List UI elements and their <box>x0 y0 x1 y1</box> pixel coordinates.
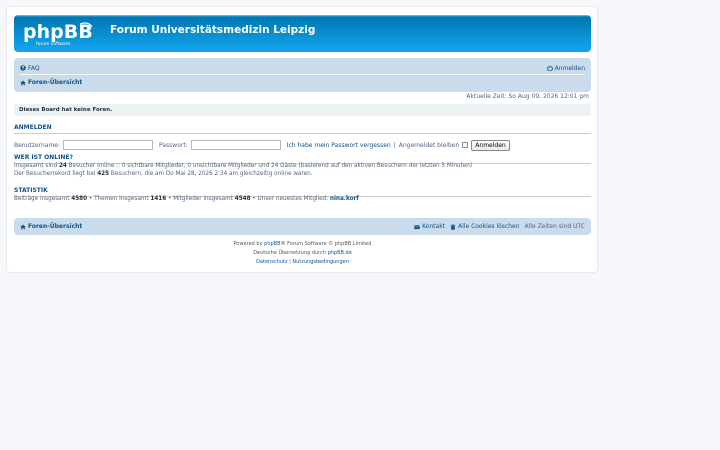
online-line-2: Der Besucherrekord liegt bei 425 Besuche… <box>14 171 313 177</box>
home-icon <box>20 80 26 85</box>
remember-label: Angemeldet bleiben <box>398 141 460 149</box>
contact-label: Kontakt <box>422 223 446 230</box>
delete-cookies-link[interactable]: Alle Cookies löschen <box>450 223 520 230</box>
legal-links: Datenschutz | Nutzungsbedingungen <box>256 259 349 265</box>
phpbb-link[interactable]: phpBB <box>264 241 280 247</box>
breadcrumb-label: Foren-Übersicht <box>28 79 83 86</box>
timezone-info: Alle Zeiten sind UTC <box>524 223 585 230</box>
navbar: ? FAQ Anmelden Foren-Übersicht <box>14 58 591 92</box>
footer-board-index-label: Foren-Übersicht <box>28 223 83 230</box>
privacy-link[interactable]: Datenschutz <box>256 259 287 265</box>
terms-link[interactable]: Nutzungsbedingungen <box>292 259 349 265</box>
logo-wordmark: phpBB <box>23 21 93 43</box>
page-wrapper: phpBB forum software Forum Universitätsm… <box>6 6 598 273</box>
footer-board-index[interactable]: Foren-Übersicht <box>20 223 82 230</box>
power-icon <box>546 65 553 71</box>
envelope-icon <box>414 224 420 229</box>
trash-icon <box>450 223 456 230</box>
statistics-line: Beiträge insgesamt 4580 • Themen insgesa… <box>14 196 359 202</box>
newest-member-link[interactable]: nina.korf <box>330 196 359 202</box>
username-label: Benutzername: <box>14 141 61 149</box>
current-time: Aktuelle Zeit: So Aug 09, 2026 12:01 pm <box>466 93 589 100</box>
phpbb-logo-icon: phpBB forum software <box>23 21 93 47</box>
separator: | <box>393 141 396 149</box>
faq-label: FAQ <box>28 64 40 72</box>
no-forums-notice: Dieses Board hat keine Foren. <box>14 104 591 116</box>
translation-credit: Deutsche Übersetzung durch phpBB.de <box>253 250 352 256</box>
password-input[interactable] <box>190 140 281 150</box>
login-heading: ANMELDEN <box>14 124 591 134</box>
home-icon <box>20 224 26 229</box>
contact-link[interactable]: Kontakt <box>414 223 445 230</box>
login-submit-button[interactable]: Anmelden <box>471 139 510 151</box>
login-form: Benutzername: Passwort: Ich habe mein Pa… <box>14 139 591 151</box>
faq-link[interactable]: ? FAQ <box>20 65 40 72</box>
forgot-password-link[interactable]: Ich habe mein Passwort vergessen <box>287 142 391 149</box>
login-link[interactable]: Anmelden <box>546 64 585 72</box>
password-label: Passwort: <box>159 141 188 149</box>
navbar-top-row: ? FAQ Anmelden <box>20 62 585 75</box>
site-title[interactable]: Forum Universitätsmedizin Leipzig <box>110 24 315 36</box>
online-line-1: Insgesamt sind 24 Besucher online :: 0 s… <box>14 163 473 169</box>
phpbb-de-link[interactable]: phpBB.de <box>328 250 352 256</box>
breadcrumb-board-index[interactable]: Foren-Übersicht <box>20 79 82 86</box>
header-bar: phpBB forum software Forum Universitätsm… <box>14 15 591 52</box>
question-circle-icon: ? <box>20 65 26 71</box>
powered-by: Powered by phpBB® Forum Software © phpBB… <box>233 241 372 247</box>
footer-navbar: Foren-Übersicht Kontakt Alle Cookies lös… <box>14 218 591 235</box>
username-input[interactable] <box>63 140 154 150</box>
delete-cookies-label: Alle Cookies löschen <box>458 223 520 230</box>
login-label: Anmelden <box>554 64 585 72</box>
phpbb-logo[interactable]: phpBB forum software <box>22 21 100 47</box>
remember-checkbox[interactable] <box>462 142 469 148</box>
logo-subtext: forum software <box>36 41 70 47</box>
navbar-breadcrumb-row: Foren-Übersicht <box>20 76 585 89</box>
